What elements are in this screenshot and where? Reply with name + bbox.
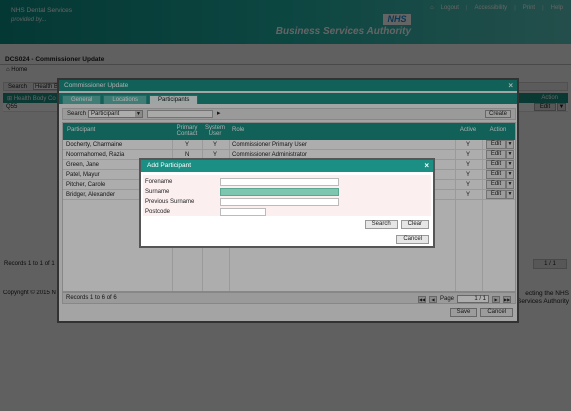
dialog-title: Add Participant	[147, 162, 192, 169]
surname-label: Surname	[145, 189, 170, 195]
previous-surname-label: Previous Surname	[145, 199, 195, 205]
dialog-title-bar: Add Participant ×	[141, 160, 433, 172]
form-actions: Search Clear	[364, 220, 429, 229]
close-icon[interactable]: ×	[424, 161, 429, 170]
add-participant-dialog: Add Participant × Forename Surname Previ…	[139, 158, 435, 248]
forename-field[interactable]	[220, 178, 339, 186]
forename-label: Forename	[145, 179, 173, 185]
postcode-label: Postcode	[145, 209, 171, 215]
clear-button[interactable]: Clear	[400, 220, 429, 229]
postcode-field[interactable]	[220, 208, 266, 216]
form-row: Forename	[145, 178, 429, 187]
cancel-button[interactable]: Cancel	[396, 235, 429, 244]
previous-surname-field[interactable]	[220, 198, 339, 206]
add-participant-form: Forename Surname Previous Surname Postco…	[143, 175, 431, 216]
surname-field[interactable]	[220, 188, 339, 196]
form-row: Surname	[145, 188, 429, 197]
search-button[interactable]: Search	[364, 220, 398, 229]
form-row: Previous Surname	[145, 198, 429, 207]
form-row: Postcode	[145, 208, 429, 217]
